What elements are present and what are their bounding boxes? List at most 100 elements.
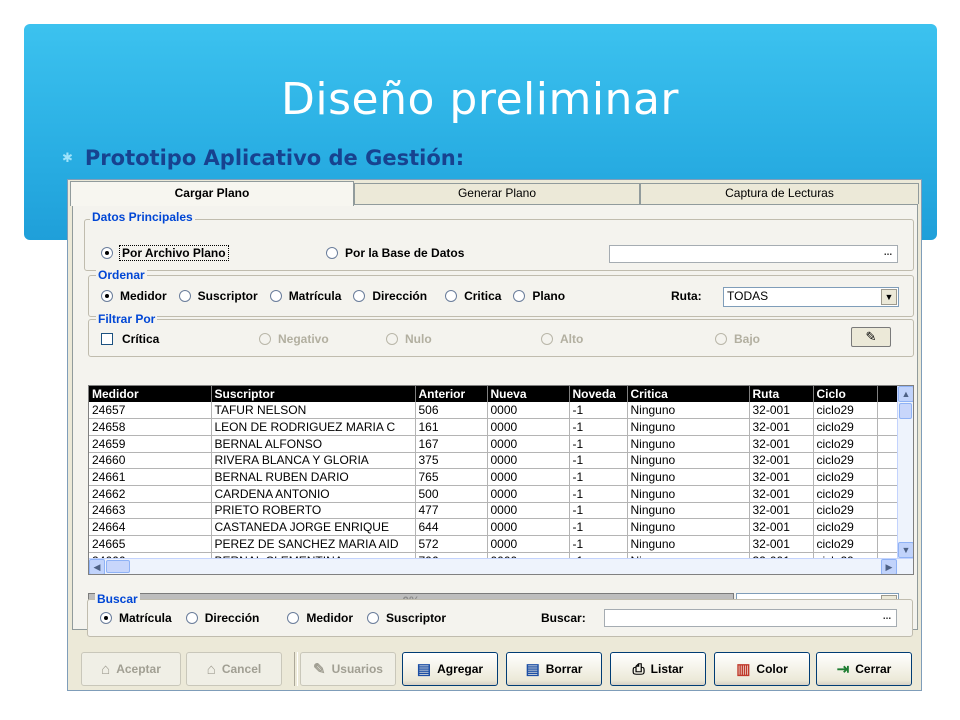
table-cell[interactable]: -1	[569, 535, 628, 553]
table-cell[interactable]: 167	[415, 435, 488, 453]
listar-button[interactable]: ⎙ Listar	[610, 652, 706, 686]
scroll-up-icon[interactable]: ▲	[898, 386, 913, 402]
chevron-down-icon[interactable]: ▼	[881, 289, 897, 305]
table-cell[interactable]: BERNAL RUBEN DARIO	[211, 468, 416, 486]
table-cell[interactable]: 0000	[487, 418, 570, 436]
ruta-select[interactable]: TODAS ▼	[723, 287, 899, 307]
table-row[interactable]: 24661 BERNAL RUBEN DARIO 765 0000 -1 Ninguno 3…	[89, 468, 900, 486]
col-header-suscriptor[interactable]: Suscriptor	[211, 386, 416, 402]
table-cell-extra[interactable]	[877, 502, 900, 520]
table-cell[interactable]: -1	[569, 402, 628, 420]
table-cell[interactable]: -1	[569, 468, 628, 486]
table-cell[interactable]: -1	[569, 418, 628, 436]
horizontal-scroll-thumb[interactable]	[106, 560, 130, 573]
file-path-input[interactable]: ...	[609, 245, 898, 263]
table-cell[interactable]: 32-001	[749, 485, 814, 503]
checkbox-critica[interactable]: Crítica	[101, 332, 159, 346]
radio-buscar-matricula[interactable]: Matrícula	[100, 611, 172, 625]
table-cell[interactable]: PEREZ DE SANCHEZ MARIA AID	[211, 535, 416, 553]
grid-horizontal-scrollbar[interactable]: ◀ ▶	[89, 558, 913, 574]
tab-cargar-plano[interactable]: Cargar Plano	[70, 181, 354, 206]
radio-circle[interactable]	[367, 612, 380, 624]
radio-bajo[interactable]: Bajo	[715, 332, 760, 346]
radio-ordenar-critica[interactable]: Critica	[445, 289, 501, 303]
table-cell-extra[interactable]	[877, 535, 900, 553]
radio-ordenar-matricula[interactable]: Matrícula	[269, 289, 341, 303]
table-row[interactable]: 24662 CARDENA ANTONIO 500 0000 -1 Ninguno 32-0…	[89, 485, 900, 503]
table-cell[interactable]: -1	[569, 502, 628, 520]
table-cell[interactable]: Ninguno	[627, 468, 750, 486]
table-cell[interactable]: Ninguno	[627, 452, 750, 470]
agregar-button[interactable]: ▤ Agregar	[402, 652, 498, 686]
cancel-button[interactable]: ⌂ Cancel	[186, 652, 282, 686]
table-cell[interactable]: 24659	[89, 435, 212, 453]
radio-ordenar-suscriptor[interactable]: Suscriptor	[178, 289, 258, 303]
table-cell[interactable]: 24657	[89, 402, 212, 420]
table-cell[interactable]: 0000	[487, 468, 570, 486]
radio-alto[interactable]: Alto	[541, 332, 583, 346]
table-cell[interactable]: 24658	[89, 418, 212, 436]
table-cell[interactable]: Ninguno	[627, 418, 750, 436]
radio-circle[interactable]	[100, 612, 112, 624]
col-header-ciclo[interactable]: Ciclo	[813, 386, 878, 402]
table-cell[interactable]: ciclo29	[813, 418, 878, 436]
radio-base-datos[interactable]: Por la Base de Datos	[326, 246, 464, 260]
scroll-left-icon[interactable]: ◀	[89, 559, 105, 574]
table-row[interactable]: 24659 BERNAL ALFONSO 167 0000 -1 Ninguno 32-00…	[89, 435, 900, 453]
grid-vertical-scrollbar[interactable]: ▲ ▼	[897, 386, 913, 558]
radio-ordenar-medidor[interactable]: Medidor	[101, 289, 167, 303]
radio-circle[interactable]	[101, 290, 113, 302]
table-cell[interactable]: 24660	[89, 452, 212, 470]
cerrar-button[interactable]: ⇥ Cerrar	[816, 652, 912, 686]
table-cell[interactable]: ciclo29	[813, 402, 878, 420]
tab-captura-lecturas[interactable]: Captura de Lecturas	[640, 183, 919, 204]
radio-base-datos-circle[interactable]	[326, 247, 338, 259]
table-cell[interactable]: 32-001	[749, 518, 814, 536]
radio-nulo[interactable]: Nulo	[386, 332, 432, 346]
table-cell[interactable]: 0000	[487, 535, 570, 553]
radio-buscar-suscriptor[interactable]: Suscriptor	[367, 611, 446, 625]
table-cell-extra[interactable]	[877, 402, 900, 420]
radio-circle[interactable]	[287, 612, 300, 624]
table-cell[interactable]: Ninguno	[627, 518, 750, 536]
table-cell[interactable]: 375	[415, 452, 488, 470]
radio-archivo-plano-circle[interactable]	[101, 247, 113, 259]
table-cell[interactable]: ciclo29	[813, 502, 878, 520]
table-cell-extra[interactable]	[877, 468, 900, 486]
table-cell[interactable]: -1	[569, 435, 628, 453]
table-cell[interactable]: 0000	[487, 518, 570, 536]
radio-archivo-plano[interactable]: Por Archivo Plano	[101, 245, 229, 261]
table-cell-extra[interactable]	[877, 452, 900, 470]
table-cell[interactable]: RIVERA BLANCA Y GLORIA	[211, 452, 416, 470]
vertical-scroll-thumb[interactable]	[899, 403, 912, 419]
table-cell[interactable]: ciclo29	[813, 435, 878, 453]
radio-circle[interactable]	[178, 290, 191, 302]
table-cell[interactable]: 0000	[487, 435, 570, 453]
table-cell-extra[interactable]	[877, 485, 900, 503]
table-cell[interactable]: CARDENA ANTONIO	[211, 485, 416, 503]
table-cell[interactable]: 644	[415, 518, 488, 536]
radio-circle[interactable]	[513, 290, 526, 302]
readings-grid[interactable]: Medidor Suscriptor Anterior Nueva Noveda…	[88, 385, 914, 575]
table-cell-extra[interactable]	[877, 418, 900, 436]
radio-circle[interactable]	[353, 290, 366, 302]
table-cell[interactable]: -1	[569, 518, 628, 536]
radio-buscar-medidor[interactable]: Medidor	[287, 611, 353, 625]
table-row[interactable]: 24658 LEON DE RODRIGUEZ MARIA C 161 0000 -1 N…	[89, 418, 900, 436]
table-cell[interactable]: 32-001	[749, 502, 814, 520]
table-cell[interactable]: ciclo29	[813, 535, 878, 553]
table-cell[interactable]: Ninguno	[627, 485, 750, 503]
table-cell[interactable]: 32-001	[749, 418, 814, 436]
table-cell[interactable]: 32-001	[749, 535, 814, 553]
scroll-right-icon[interactable]: ▶	[881, 559, 897, 574]
aceptar-button[interactable]: ⌂ Aceptar	[81, 652, 181, 686]
radio-circle[interactable]	[269, 290, 282, 302]
table-cell[interactable]: 24663	[89, 502, 212, 520]
table-cell[interactable]: 765	[415, 468, 488, 486]
table-cell[interactable]: 0000	[487, 502, 570, 520]
col-header-nueva[interactable]: Nueva	[487, 386, 570, 402]
table-cell[interactable]: 24662	[89, 485, 212, 503]
table-cell[interactable]: PRIETO ROBERTO	[211, 502, 416, 520]
table-cell[interactable]: Ninguno	[627, 502, 750, 520]
col-header-extra[interactable]	[877, 386, 900, 402]
